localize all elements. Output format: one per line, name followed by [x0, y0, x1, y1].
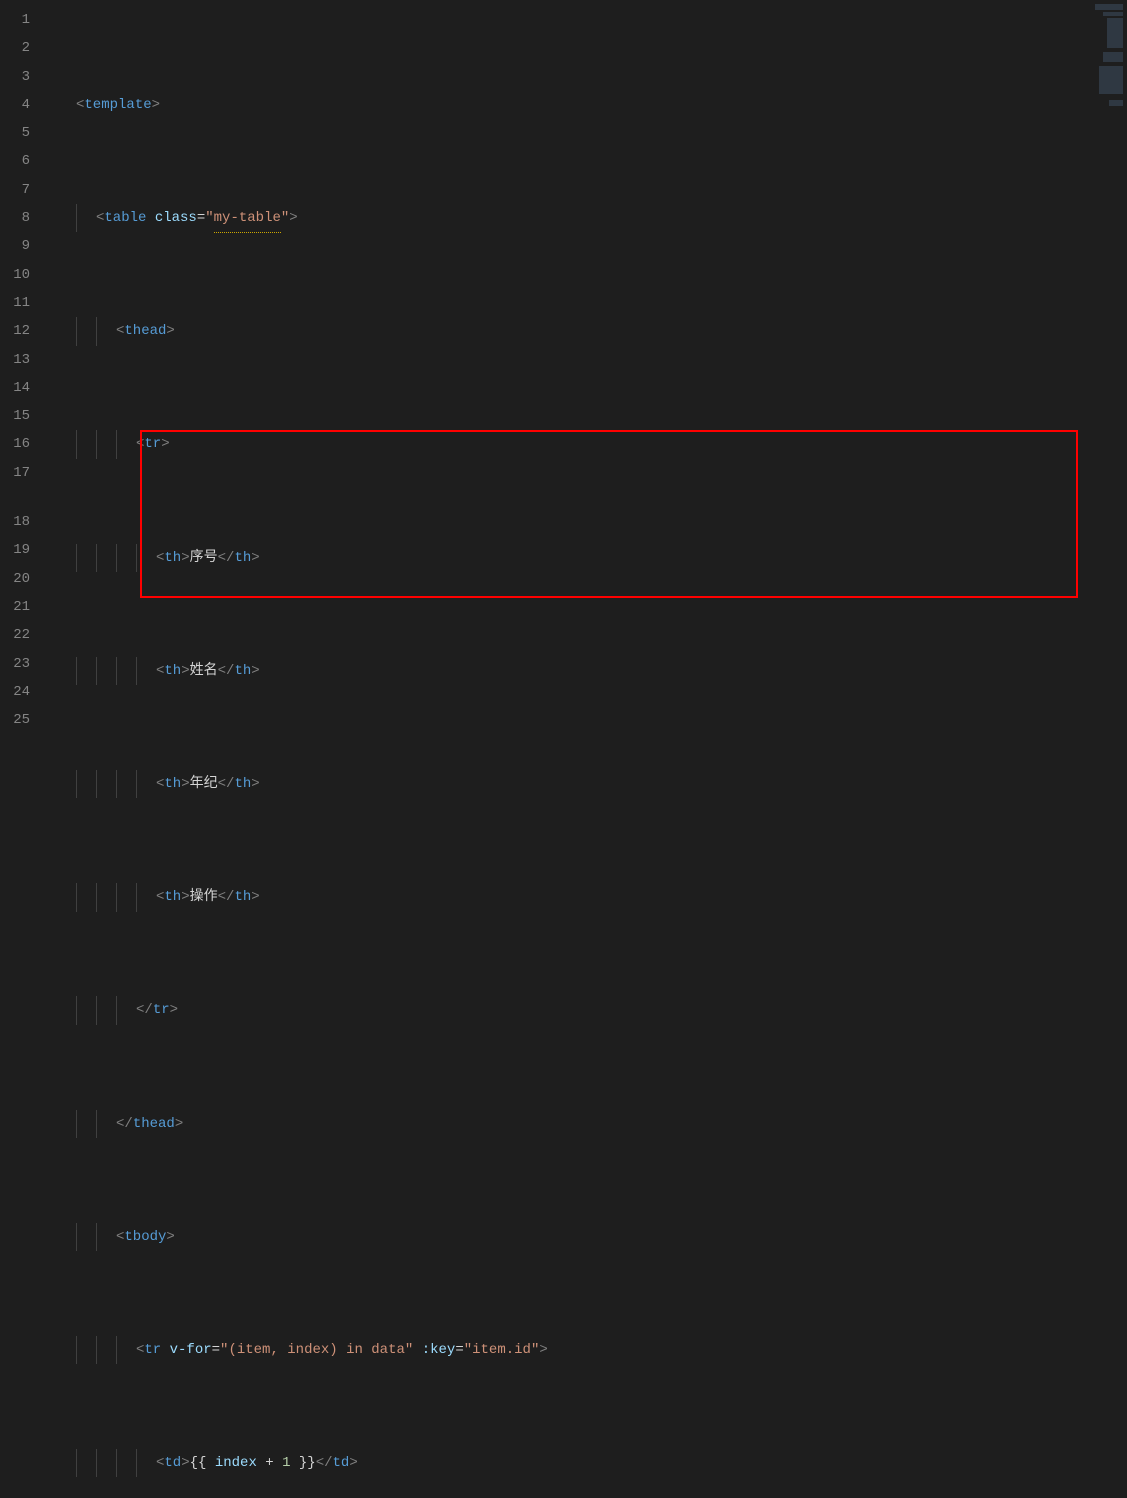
line-number: 24	[0, 678, 30, 706]
code-editor[interactable]: <template> <table class="my-table"> <the…	[48, 0, 1127, 749]
line-number: 12	[0, 317, 30, 345]
code-line[interactable]: <thead>	[56, 317, 1127, 345]
line-number: 6	[0, 147, 30, 175]
line-number: 19	[0, 536, 30, 564]
code-line[interactable]: <th>操作</th>	[56, 883, 1127, 911]
line-number: 20	[0, 565, 30, 593]
code-line[interactable]: <td>{{ index + 1 }}</td>	[56, 1449, 1127, 1477]
line-number: 23	[0, 650, 30, 678]
code-line[interactable]: <th>姓名</th>	[56, 657, 1127, 685]
line-number-gutter: 1 2 3 4 5 6 7 8 9 10 11 12 13 14 15 16 1…	[0, 0, 48, 749]
line-number: 11	[0, 289, 30, 317]
code-line[interactable]: <table class="my-table">	[56, 204, 1127, 232]
code-line[interactable]: <tr v-for="(item, index) in data" :key="…	[56, 1336, 1127, 1364]
line-number: 17	[0, 459, 30, 487]
code-line[interactable]: <tr>	[56, 430, 1127, 458]
code-line[interactable]: <th>序号</th>	[56, 544, 1127, 572]
line-number	[0, 487, 30, 508]
line-number: 25	[0, 706, 30, 734]
line-number: 2	[0, 34, 30, 62]
line-number: 5	[0, 119, 30, 147]
line-number: 18	[0, 508, 30, 536]
line-number: 14	[0, 374, 30, 402]
code-line[interactable]: <tbody>	[56, 1223, 1127, 1251]
line-number: 9	[0, 232, 30, 260]
code-line[interactable]: </tr>	[56, 996, 1127, 1024]
line-number: 21	[0, 593, 30, 621]
line-number: 8	[0, 204, 30, 232]
code-line[interactable]: <th>年纪</th>	[56, 770, 1127, 798]
line-number: 15	[0, 402, 30, 430]
line-number: 1	[0, 6, 30, 34]
minimap[interactable]	[1091, 0, 1127, 749]
line-number: 22	[0, 621, 30, 649]
code-line[interactable]: <template>	[56, 91, 1127, 119]
line-number: 16	[0, 430, 30, 458]
line-number: 13	[0, 346, 30, 374]
line-number: 7	[0, 176, 30, 204]
line-number: 3	[0, 63, 30, 91]
code-line[interactable]: </thead>	[56, 1110, 1127, 1138]
line-number: 10	[0, 261, 30, 289]
line-number: 4	[0, 91, 30, 119]
